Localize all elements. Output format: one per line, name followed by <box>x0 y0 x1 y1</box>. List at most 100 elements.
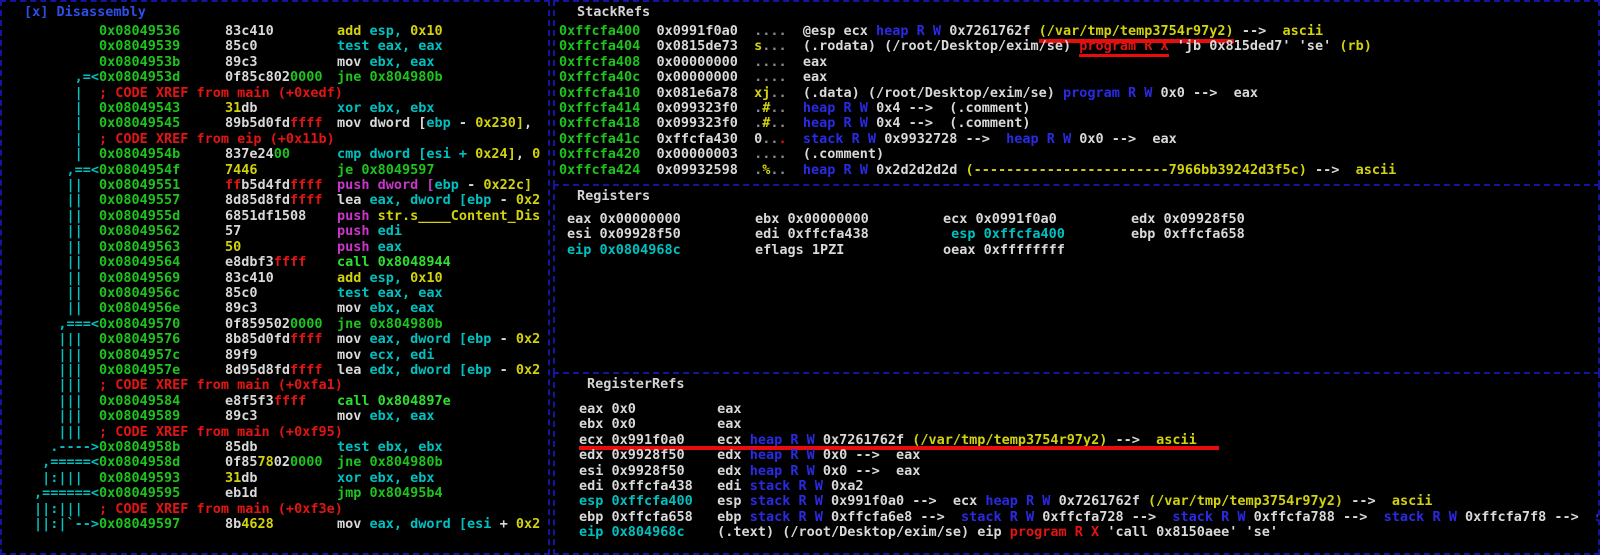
text-segment: program R W <box>1062 84 1153 101</box>
text-segment: 6851df1508 <box>225 207 307 224</box>
text-segment: stack R W <box>1172 508 1246 525</box>
text-segment: stac <box>1595 509 1598 525</box>
instruction-bytes: 89c3 <box>225 53 337 70</box>
jump-arrow-prefix: ||:||| <box>33 500 99 517</box>
text-segment: .... <box>754 146 787 163</box>
text-segment <box>738 162 754 178</box>
text-segment: 0xffcfa40c <box>559 69 641 86</box>
text-segment: 0 <box>532 146 541 163</box>
text-segment: ascii <box>1156 431 1197 448</box>
stackrefs-row: 0xffcfa414 0x099323f0 .#.. heap R W 0x4 … <box>555 100 1598 117</box>
text-segment: 0x10 <box>410 269 443 286</box>
register-value: ebp 0xffcfa658 <box>1131 226 1245 243</box>
panel-stackrefs[interactable]: StackRefs 0xffcfa400 0x0991f0a0 .... @es… <box>553 0 1600 186</box>
text-segment: ebx 0x0 <box>579 416 718 433</box>
stackrefs-row: 0xffcfa40c 0x00000000 .... eax <box>555 70 1598 85</box>
text-segment <box>738 38 754 54</box>
stackrefs-row: 0xffcfa400 0x0991f0a0 .... @esp ecx heap… <box>555 23 1598 43</box>
text-segment: 0xffcfa418 <box>559 115 641 132</box>
text-segment: heap R W <box>985 493 1051 510</box>
disasm-row: || 0x08049569 83c410 add esp, 0x10 <box>2 270 548 286</box>
instruction-text: jmp 0x80495b4 <box>337 485 443 501</box>
register-value: oeax 0xffffffff <box>943 241 1065 258</box>
text-segment: heap R W <box>876 23 942 39</box>
instruction-text: add esp, 0x10 <box>337 270 443 286</box>
panel-disassembly[interactable]: [x] Disassembly 0x08049536 83c410 add esp,… <box>0 0 550 555</box>
instruction-address: 0x08049557 <box>99 192 181 209</box>
instruction-bytes: 8d95d8fdffff <box>225 361 337 378</box>
text-segment <box>738 146 754 162</box>
text-segment: b5d4fd <box>241 177 291 194</box>
text-segment <box>640 69 656 85</box>
text-segment: 0x7261762f <box>814 431 913 448</box>
disasm-row: ||:|`-->0x08049597 8b4628 mov eax, dword [… <box>2 516 548 532</box>
jump-arrow-prefix: ||| <box>58 361 99 378</box>
text-segment: 85c0 <box>225 38 258 55</box>
register-value: eflags 1PZI <box>755 241 845 258</box>
text-segment: esi 0x9928f50 <box>579 462 718 479</box>
text-segment: .... <box>754 69 787 86</box>
jump-arrow-prefix: ||| <box>58 408 99 425</box>
instruction-text: mov ecx, edi <box>337 347 435 363</box>
instruction-address: 0x08049562 <box>99 223 181 240</box>
instruction-bytes: 6851df1508 <box>225 207 337 224</box>
text-segment: 89c3 <box>225 53 258 70</box>
panel-registerrefs[interactable]: RegisterRefs eax 0x0 eax ebx 0x0 eax ecx 0… <box>553 372 1600 555</box>
instruction-text: test ebx, ebx <box>337 439 443 455</box>
text-segment: ffff <box>290 361 323 378</box>
panel-registers[interactable]: Registers eax 0x00000000 ebx 0x00000000 ec… <box>553 184 1600 374</box>
disasm-xref-row: | ; CODE XREF from eip (+0x11b) <box>2 131 548 147</box>
text-segment: 0x4 --> (.comment) <box>867 115 1031 132</box>
text-segment: stack R W <box>749 508 823 525</box>
instruction-address: 0x08049539 <box>99 38 181 55</box>
text-segment: .. <box>770 161 787 178</box>
panel-title-registerrefs: RegisterRefs <box>587 376 685 392</box>
disasm-xref-row: | ; CODE XREF from main (+0xedf) <box>2 85 548 101</box>
instruction-address: 0x08049595 <box>99 485 181 502</box>
text-segment: 8d85d8fd <box>225 192 291 209</box>
text-segment: 89b5d0fd <box>225 115 291 132</box>
registerrefs-row: edx 0x9928f50 edx heap R W 0x0 --> eax <box>555 448 1598 463</box>
jump-arrow-prefix: ||| <box>58 346 99 363</box>
text-segment: 0x0991f0a0 <box>656 23 738 39</box>
text-segment: e8dbf3 <box>225 254 274 271</box>
instruction-address: 0x08049536 <box>99 23 181 39</box>
instruction-text: push str.s____Content_Dis <box>337 208 540 224</box>
panel-title-disassembly: [x] Disassembly <box>24 4 146 20</box>
instruction-text: push dword [ebp - 0x22c] <box>337 177 532 193</box>
radare2-visual-panels: [x] Disassembly 0x08049536 83c410 add esp,… <box>0 0 1600 555</box>
text-segment: heap R W <box>749 462 815 479</box>
registerrefs-row: esi 0x9928f50 edx heap R W 0x0 --> eax <box>555 462 1598 479</box>
text-segment: 8b <box>225 516 242 532</box>
instruction-text: push eax <box>337 239 402 255</box>
text-segment: ebp <box>717 508 750 525</box>
text-segment: 0x24] <box>475 146 516 163</box>
instruction-bytes: 31db <box>225 470 337 486</box>
text-segment: --> <box>1306 161 1356 178</box>
jump-arrow-prefix: || <box>66 223 99 240</box>
text-segment: ebp 0xffcfa658 <box>579 508 718 525</box>
jump-arrow-prefix: ||| <box>58 377 99 394</box>
instruction-bytes: 89b5d0fdffff <box>225 116 337 131</box>
text-segment: push dword [ <box>337 177 435 194</box>
registers-row: esi 0x09928f50 edi 0xffcfa438 esp 0xffcfa… <box>555 226 1598 243</box>
text-segment: 0x7261762f <box>941 23 1039 39</box>
text-segment: 0xffcfa424 <box>559 161 641 178</box>
jump-arrow-prefix: | <box>74 115 99 132</box>
instruction-text: je 0x8049597 <box>337 162 435 178</box>
text-segment: stack R W <box>749 478 823 495</box>
stackrefs-rows: 0xffcfa400 0x0991f0a0 .... @esp ecx heap… <box>555 23 1598 178</box>
jump-arrow-prefix: ||| <box>58 392 99 409</box>
text-segment: ebx, eax <box>369 408 435 425</box>
text-segment <box>787 69 803 85</box>
text-segment: . <box>754 100 763 117</box>
text-segment: (rb) <box>1339 38 1372 55</box>
text-segment: eax, dword [esi <box>369 516 492 532</box>
text-segment: add <box>337 23 370 39</box>
instruction-bytes: 83c410 <box>225 270 337 286</box>
text-segment: (.text) (/root/Desktop/exim/se) eip <box>717 524 1010 541</box>
text-segment: eax <box>717 416 742 433</box>
jump-arrow-prefix: || <box>66 284 99 301</box>
text-segment: 0xffcfa408 <box>559 53 641 70</box>
disasm-row: ||| 0x08049584 e8f5f3ffff call 0x804897e <box>2 392 548 409</box>
